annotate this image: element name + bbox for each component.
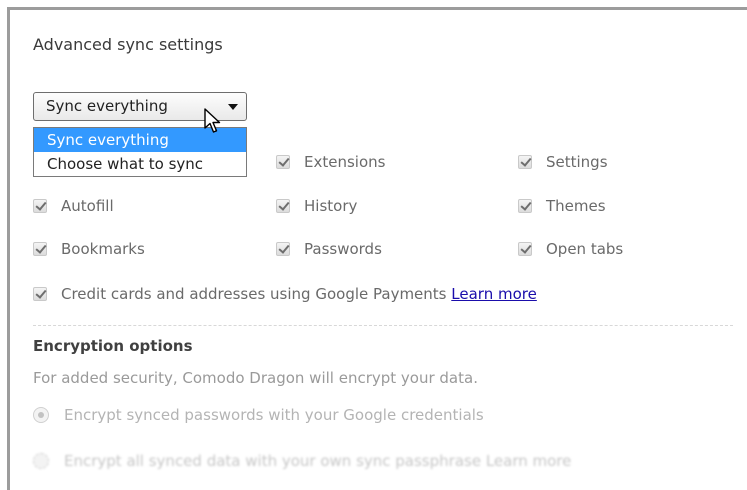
dialog-title: Advanced sync settings <box>33 35 223 54</box>
checkbox-label: History <box>304 197 358 215</box>
dropdown-selected-value: Sync everything <box>46 97 168 115</box>
radio-label: Encrypt synced passwords with your Googl… <box>64 406 484 424</box>
encryption-description: For added security, Comodo Dragon will e… <box>33 369 478 387</box>
checkbox-label: Bookmarks <box>61 240 145 258</box>
encryption-section-title: Encryption options <box>33 337 193 355</box>
checkbox-label: Credit cards and addresses using Google … <box>61 284 537 304</box>
checkbox-label: Passwords <box>304 240 382 258</box>
checkbox-label: Themes <box>546 197 606 215</box>
radio-unselected-icon <box>33 453 49 469</box>
radio-label: Encrypt all synced data with your own sy… <box>64 452 572 470</box>
checkbox-checked-icon <box>518 242 532 256</box>
radio-selected-icon <box>33 407 49 423</box>
checkbox-label: Autofill <box>61 197 114 215</box>
payments-label: Credit cards and addresses using Google … <box>61 285 447 303</box>
checkbox-label: Open tabs <box>546 240 624 258</box>
checkbox-checked-icon <box>33 242 47 256</box>
section-divider <box>33 325 733 326</box>
checkbox-checked-icon <box>33 199 47 213</box>
checkbox-label: Extensions <box>304 153 386 171</box>
checkbox-checked-icon <box>518 199 532 213</box>
checkbox-checked-icon <box>276 199 290 213</box>
checkbox-checked-icon <box>518 155 532 169</box>
checkbox-checked-icon <box>33 287 47 301</box>
menu-option-choose-what-to-sync[interactable]: Choose what to sync <box>34 152 246 176</box>
checkbox-checked-icon <box>276 242 290 256</box>
checkbox-label: Settings <box>546 153 608 171</box>
mouse-pointer-icon <box>204 108 221 133</box>
checkbox-checked-icon <box>276 155 290 169</box>
chevron-down-icon <box>228 104 238 110</box>
sync-mode-menu: Sync everything Choose what to sync <box>33 127 247 177</box>
learn-more-link[interactable]: Learn more <box>451 285 537 303</box>
